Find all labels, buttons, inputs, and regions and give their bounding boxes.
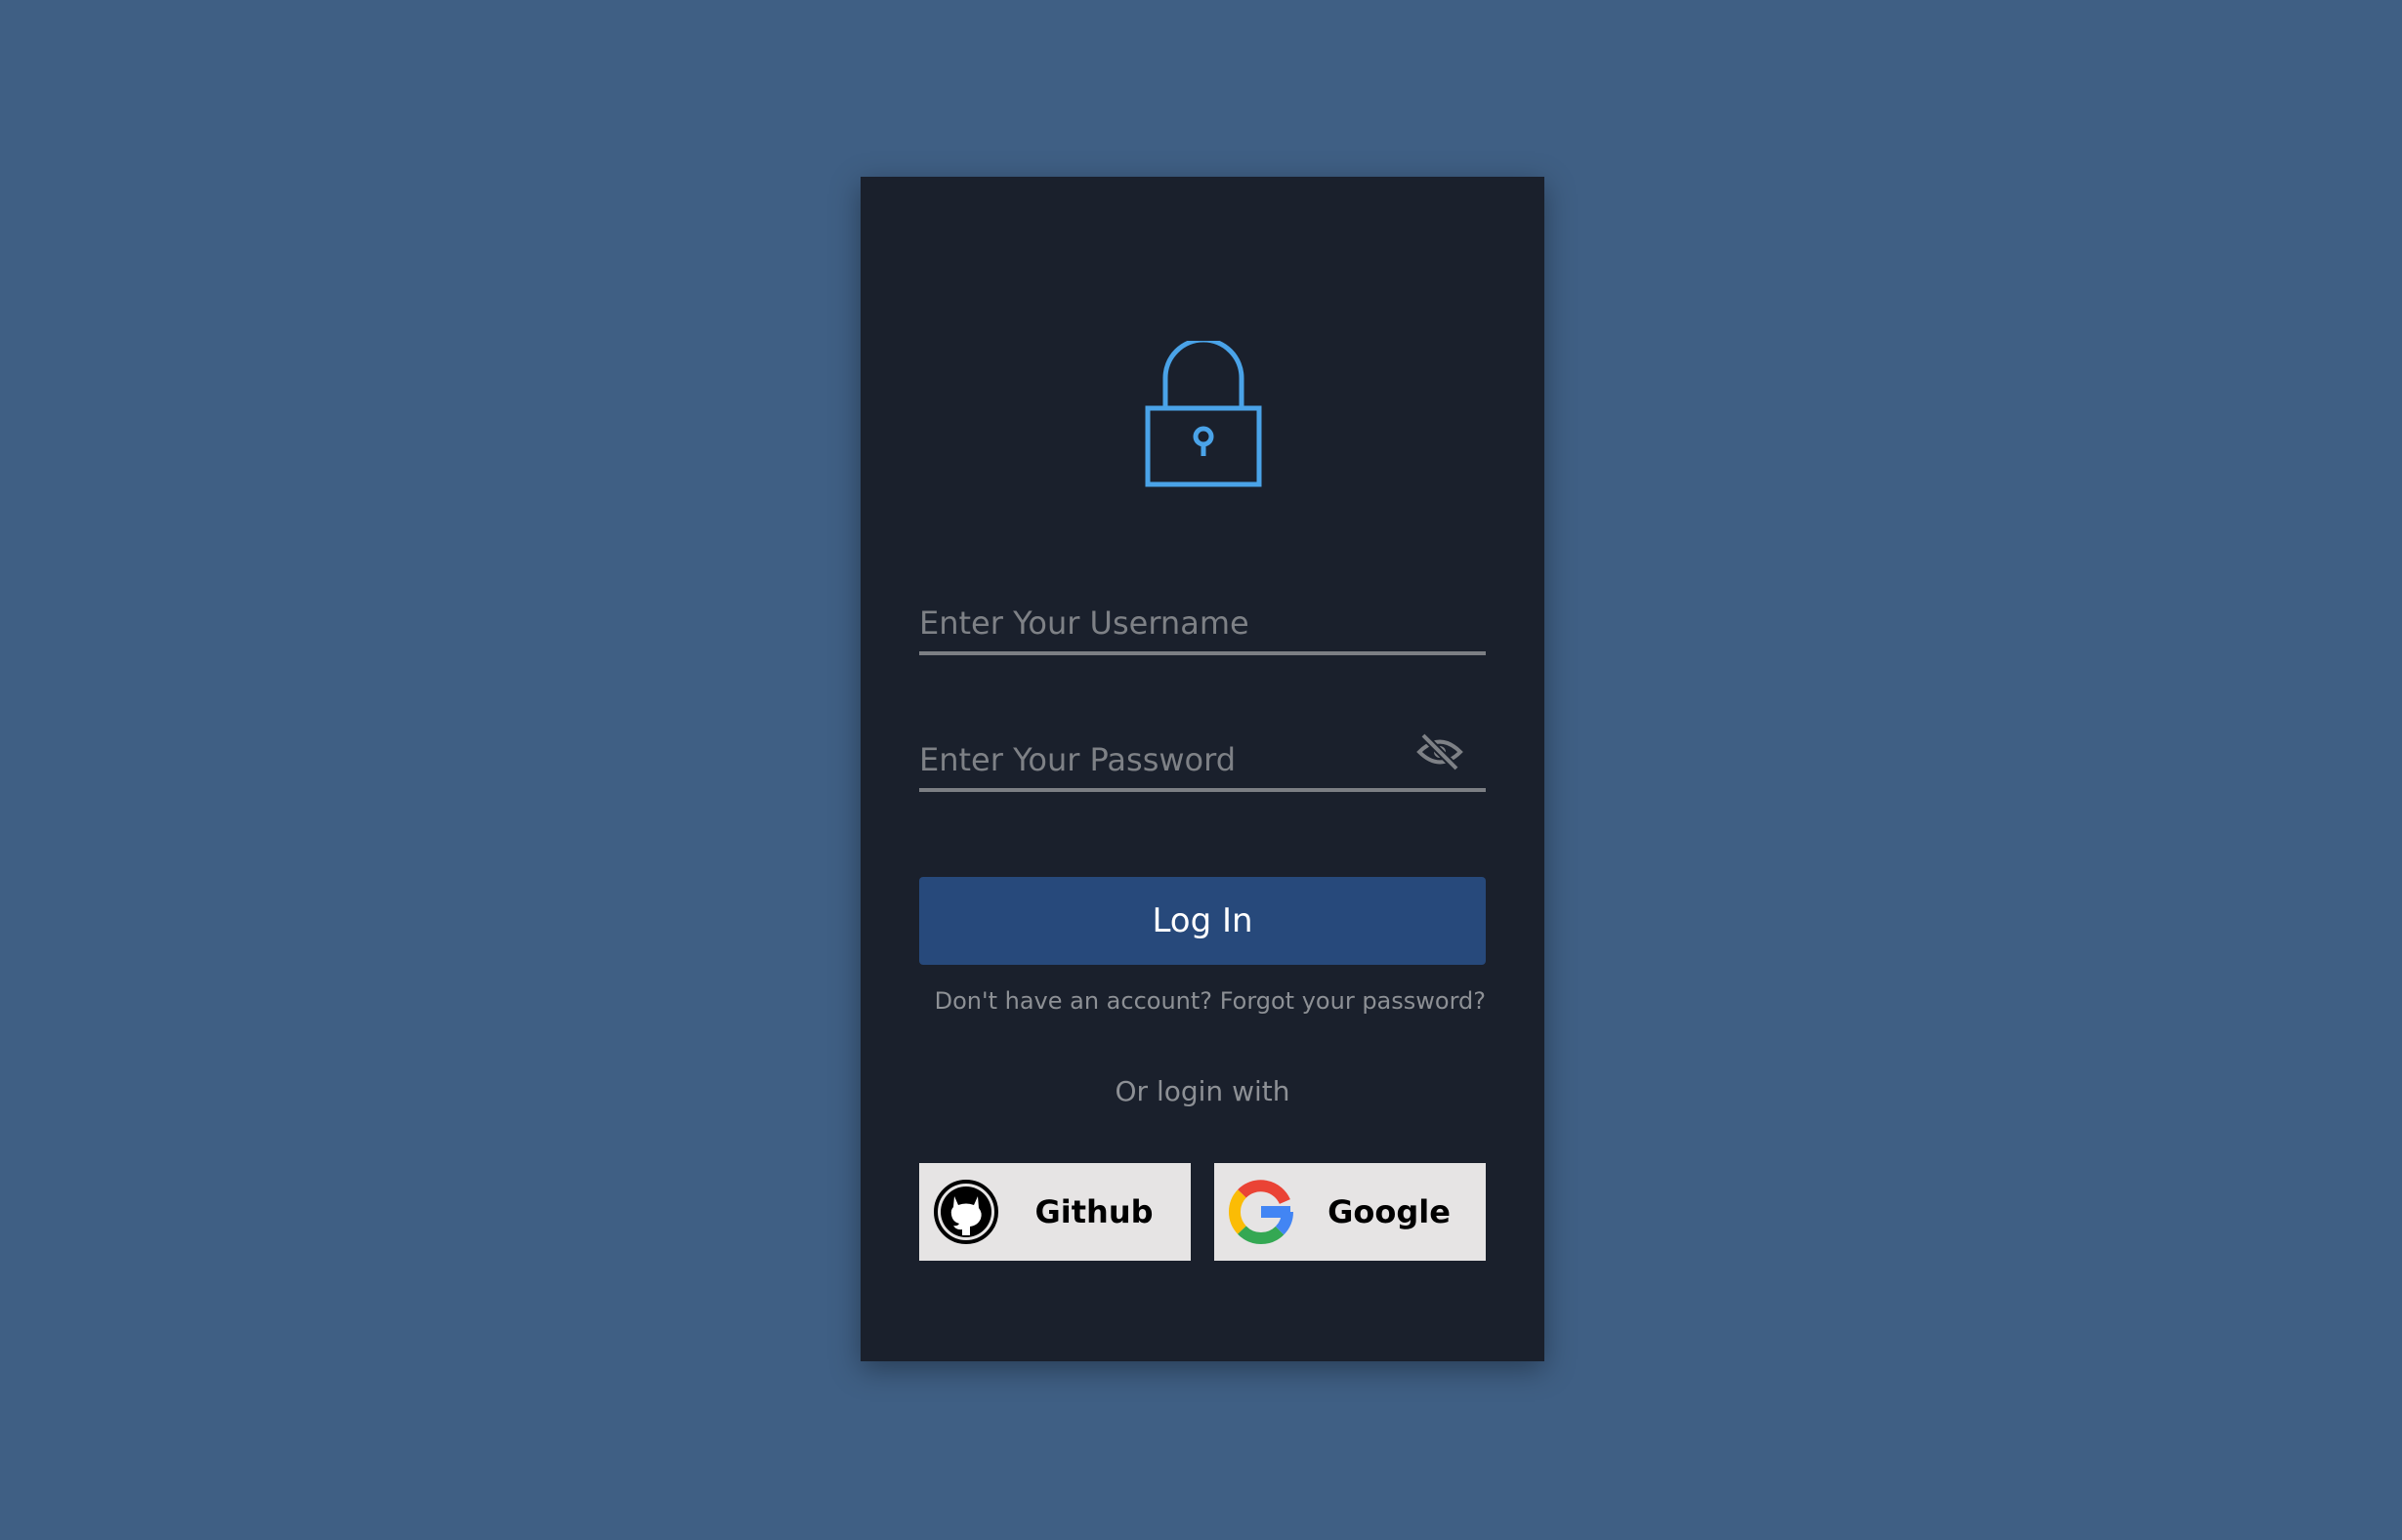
- lock-icon: [1145, 341, 1262, 487]
- google-icon: [1228, 1180, 1294, 1245]
- login-button[interactable]: Log In: [919, 877, 1486, 965]
- google-label: Google: [1327, 1193, 1451, 1230]
- eye-slash-icon[interactable]: [1415, 731, 1464, 772]
- github-login-button[interactable]: Github: [919, 1163, 1191, 1261]
- forgot-password-link[interactable]: Forgot your password?: [1220, 987, 1486, 1015]
- social-divider-text: Or login with: [1115, 1075, 1290, 1107]
- account-links: Don't have an account? Forgot your passw…: [919, 987, 1486, 1015]
- username-input[interactable]: [919, 595, 1486, 655]
- google-login-button[interactable]: Google: [1214, 1163, 1486, 1261]
- login-card: Log In Don't have an account? Forgot you…: [861, 177, 1544, 1361]
- password-input[interactable]: [919, 731, 1486, 792]
- github-label: Github: [1034, 1193, 1154, 1230]
- signup-link[interactable]: Don't have an account?: [935, 987, 1212, 1015]
- github-icon: [934, 1180, 998, 1244]
